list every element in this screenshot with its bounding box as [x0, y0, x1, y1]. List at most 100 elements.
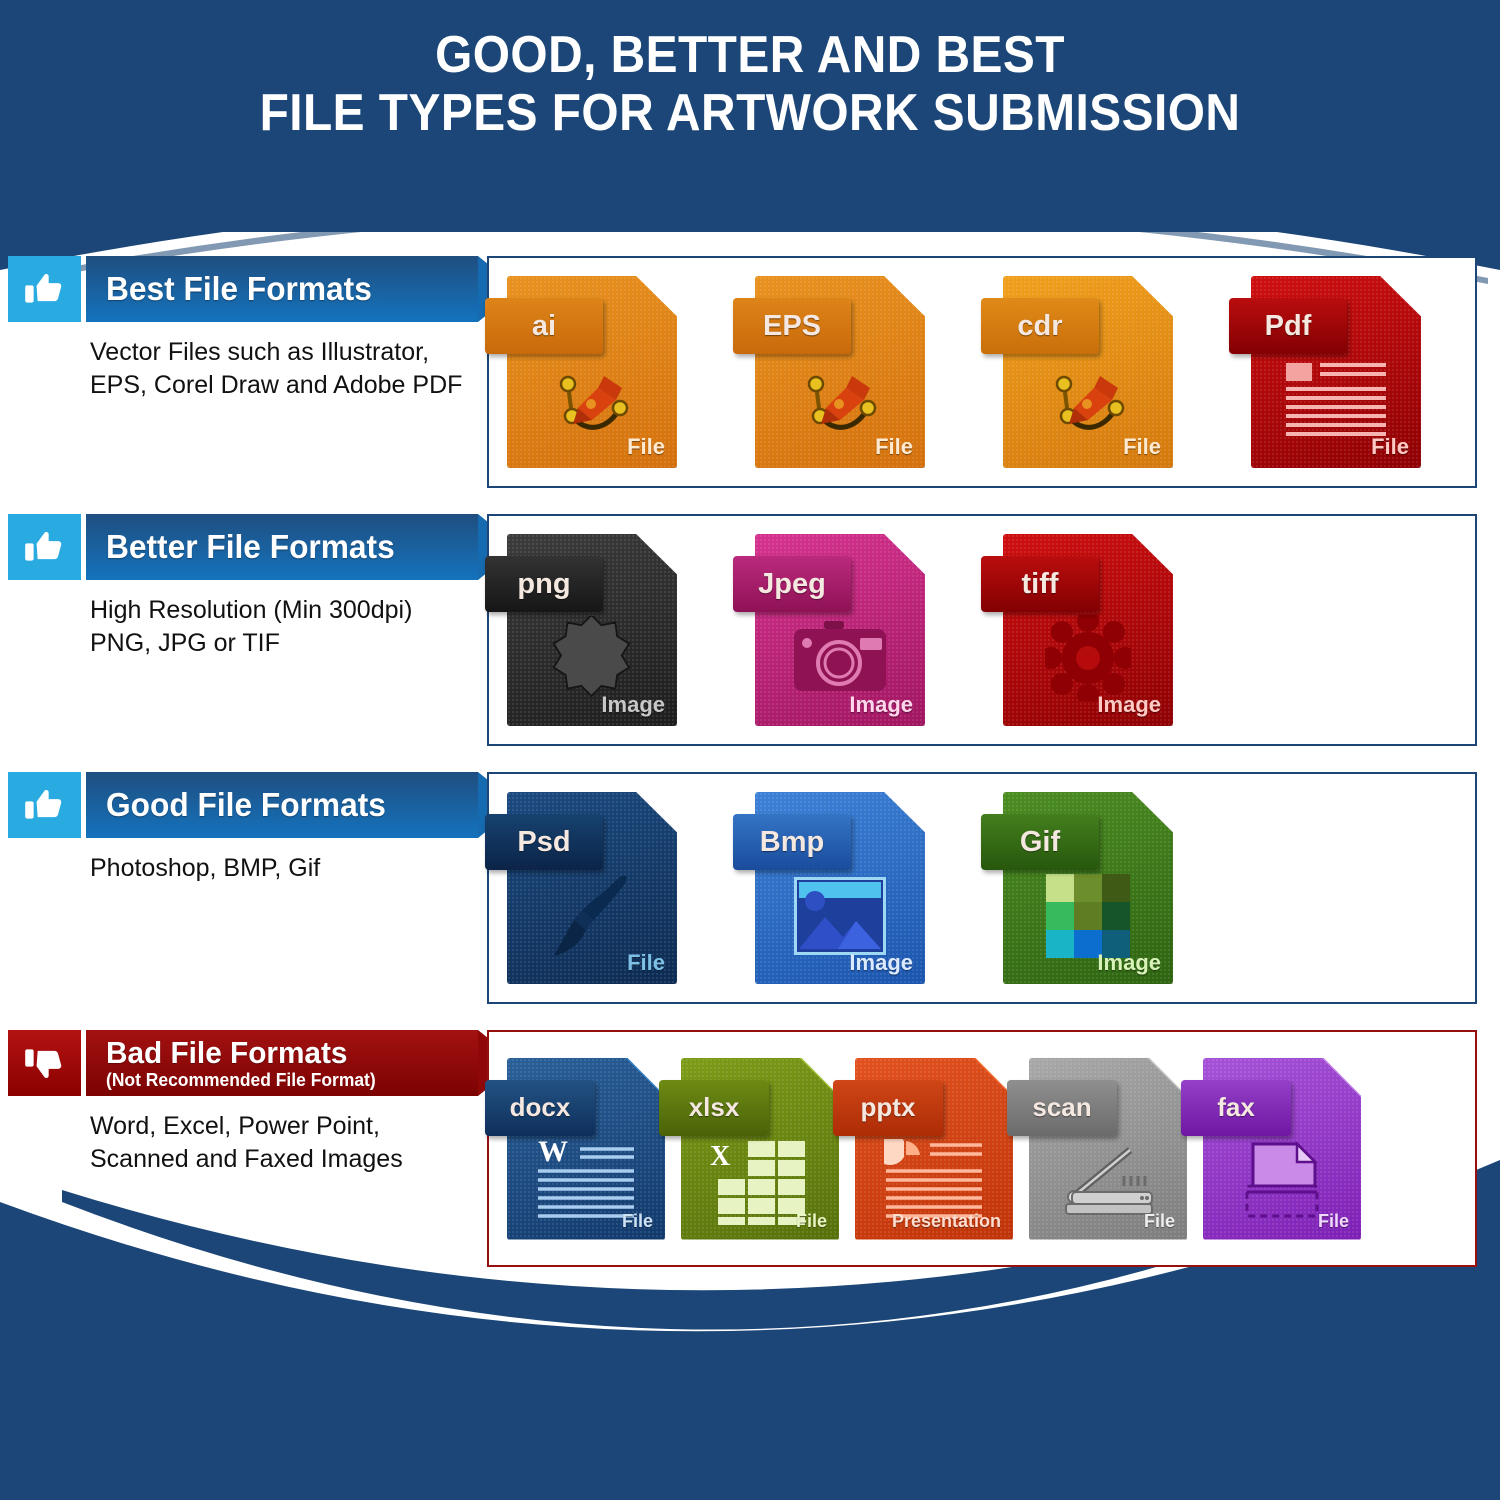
file-icon-extension-tag: Pdf [1229, 298, 1347, 354]
section-description-bad-line2: Scanned and Faxed Images [90, 1145, 403, 1173]
file-type-icon-cdr: File cdr [981, 276, 1173, 468]
page-fold-corner-icon [1133, 792, 1173, 832]
file-type-icon-png: Image png [485, 534, 677, 726]
svg-text:W: W [538, 1139, 568, 1168]
file-icon-extension-label: cdr [1017, 309, 1063, 342]
sections-container: Best File Formats Vector Files such as I… [0, 232, 1500, 1302]
file-type-icon-pptx: Presentation pptx [833, 1057, 1013, 1240]
header-banner: GOOD, BETTER AND BEST FILE TYPES FOR ART… [0, 0, 1500, 232]
page-fold-corner-icon [1133, 534, 1173, 574]
section-title-bad: Bad File Formats [106, 1034, 348, 1070]
file-icons-box-best: File ai File EPS File cdr File Pdf [485, 256, 1477, 488]
file-type-icon-jpeg: Image Jpeg [733, 534, 925, 726]
file-type-icon-bmp: Image Bmp [733, 792, 925, 984]
file-icons-box-good: File Psd Image Bmp Image Gif [485, 772, 1477, 1004]
file-icons-box-better: Image png Image Jpeg Image tiff [485, 514, 1477, 746]
file-icon-extension-tag: Jpeg [733, 556, 851, 612]
section-title-better: Better File Formats [106, 528, 395, 565]
section-good: Good File Formats Photoshop, BMP, Gif Fi… [0, 772, 1500, 1022]
file-icon-extension-label: Psd [517, 825, 571, 858]
section-description-best-line1: Vector Files such as Illustrator, [90, 338, 430, 366]
file-icon-extension-tag: pptx [833, 1079, 943, 1136]
section-header-best: Best File Formats [8, 256, 519, 322]
file-icon-extension-tag: docx [485, 1079, 595, 1136]
thumbs-up-icon [8, 772, 81, 838]
page-fold-corner-icon [637, 534, 677, 574]
section-banner-good: Good File Formats [86, 772, 519, 838]
file-icons-strip-best: File ai File EPS File cdr File Pdf [485, 258, 1475, 486]
file-icon-kind-label: Image [601, 692, 665, 717]
file-icon-kind-label: Image [849, 950, 913, 975]
file-type-icon-pdf: File Pdf [1229, 276, 1421, 468]
section-description-bad-line1: Word, Excel, Power Point, [90, 1112, 380, 1140]
section-banner-best: Best File Formats [86, 256, 519, 322]
section-description-better-line1: High Resolution (Min 300dpi) [90, 596, 413, 624]
file-icon-extension-label: EPS [762, 309, 822, 342]
file-type-icon-ai: File ai [485, 276, 677, 468]
section-label-best: Best File Formats Vector Files such as I… [8, 256, 519, 402]
section-bad: Bad File Formats (Not Recommended File F… [0, 1030, 1500, 1280]
file-icon-extension-label: pptx [860, 1092, 916, 1122]
file-type-icon-xlsx: X File xlsx [659, 1057, 839, 1240]
file-icon-extension-tag: ai [485, 298, 603, 354]
file-icon-extension-tag: tiff [981, 556, 1099, 612]
file-icon-extension-label: Bmp [759, 825, 825, 858]
section-best: Best File Formats Vector Files such as I… [0, 256, 1500, 506]
file-icon-extension-label: ai [531, 309, 557, 342]
page-fold-corner-icon [637, 276, 677, 316]
thumbs-up-icon [8, 256, 81, 322]
file-icon-extension-label: xlsx [688, 1092, 740, 1122]
section-header-better: Better File Formats [8, 514, 519, 580]
page-title: GOOD, BETTER AND BEST FILE TYPES FOR ART… [60, 26, 1440, 142]
file-type-icon-gif: Image Gif [981, 792, 1173, 984]
section-title-best: Best File Formats [106, 270, 372, 307]
file-icon-kind-label: File [1123, 434, 1161, 459]
section-subtitle-bad: (Not Recommended File Format) [106, 1069, 376, 1090]
file-icon-kind-label: Image [1097, 950, 1161, 975]
section-description-better-line2: PNG, JPG or TIF [90, 629, 280, 657]
page-fold-corner-icon [885, 534, 925, 574]
file-icon-kind-label: Presentation [891, 1210, 1001, 1231]
file-icons-strip-better: Image png Image Jpeg Image tiff [485, 516, 1475, 744]
page-title-line1: GOOD, BETTER AND BEST [435, 26, 1065, 84]
page-fold-corner-icon [885, 276, 925, 316]
file-icon-extension-label: png [517, 567, 571, 600]
file-icon-extension-tag: Gif [981, 814, 1099, 870]
file-icons-strip-bad: W File docx X File xlsx Presentation ppt… [485, 1032, 1475, 1265]
file-icon-extension-label: scan [1032, 1092, 1092, 1122]
file-icon-extension-label: docx [509, 1092, 571, 1122]
section-title-good: Good File Formats [106, 786, 386, 823]
section-banner-better: Better File Formats [86, 514, 519, 580]
file-icon-extension-label: Pdf [1264, 309, 1312, 342]
page-fold-corner-icon [1321, 1057, 1361, 1098]
section-header-good: Good File Formats [8, 772, 519, 838]
section-label-good: Good File Formats Photoshop, BMP, Gif [8, 772, 519, 885]
file-type-icon-tiff: Image tiff [981, 534, 1173, 726]
file-icon-kind-label: File [627, 950, 665, 975]
file-icon-extension-tag: Psd [485, 814, 603, 870]
section-header-bad: Bad File Formats (Not Recommended File F… [8, 1030, 519, 1096]
file-icon-kind-label: File [1317, 1210, 1349, 1231]
page-title-line2: FILE TYPES FOR ARTWORK SUBMISSION [259, 84, 1241, 142]
section-description-better: High Resolution (Min 300dpi) PNG, JPG or… [8, 594, 478, 660]
section-label-better: Better File Formats High Resolution (Min… [8, 514, 519, 660]
thumbs-up-icon [8, 514, 81, 580]
page-fold-corner-icon [1381, 276, 1421, 316]
thumbs-down-icon [8, 1030, 81, 1096]
file-type-icon-eps: File EPS [733, 276, 925, 468]
file-icon-kind-label: File [627, 434, 665, 459]
section-banner-bad: Bad File Formats (Not Recommended File F… [86, 1030, 519, 1096]
file-type-icon-psd: File Psd [485, 792, 677, 984]
page-fold-corner-icon [1133, 276, 1173, 316]
section-description-best: Vector Files such as Illustrator, EPS, C… [8, 336, 478, 402]
file-icon-extension-label: Jpeg [758, 567, 826, 600]
file-icon-extension-tag: EPS [733, 298, 851, 354]
file-icon-extension-tag: xlsx [659, 1079, 769, 1136]
file-icon-extension-tag: Bmp [733, 814, 851, 870]
file-icon-kind-label: File [875, 434, 913, 459]
file-icon-kind-label: File [1143, 1210, 1175, 1231]
svg-text:X: X [710, 1141, 730, 1172]
file-icon-extension-label: tiff [1021, 567, 1059, 600]
section-description-good-line1: Photoshop, BMP, Gif [90, 854, 321, 882]
file-icon-extension-tag: png [485, 556, 603, 612]
